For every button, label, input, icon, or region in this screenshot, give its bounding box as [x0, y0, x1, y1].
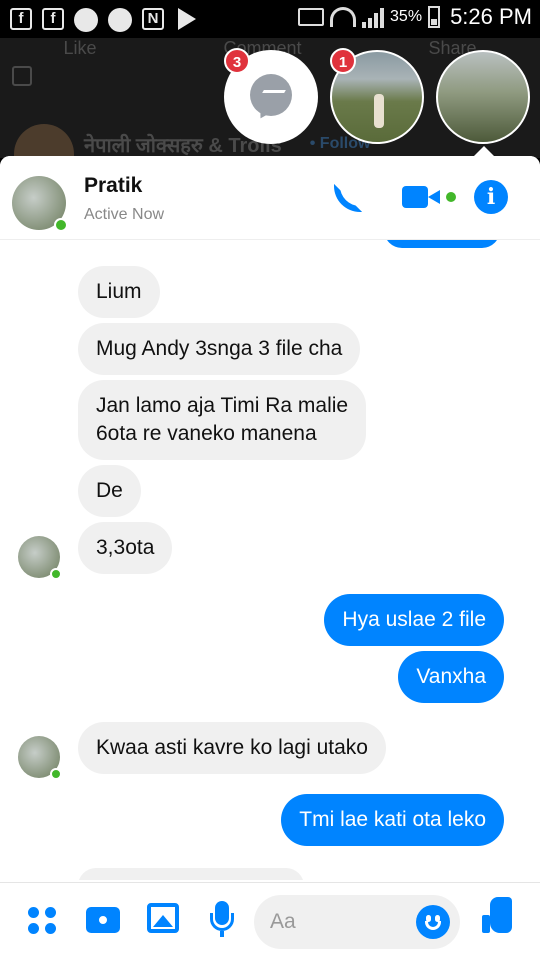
news-icon: N: [142, 8, 164, 30]
emoji-icon[interactable]: [416, 905, 450, 939]
online-indicator: [54, 218, 68, 232]
stories-icon: [12, 66, 32, 86]
video-icon-lens: [428, 190, 440, 204]
chathead-contact-2[interactable]: [436, 50, 530, 144]
message-input[interactable]: [270, 907, 410, 937]
contact-name[interactable]: Pratik: [84, 174, 142, 198]
online-dot-icon: [446, 192, 456, 202]
battery-icon: [428, 6, 441, 28]
message-bubble-incoming[interactable]: Mug Andy 3snga 3 file cha: [78, 323, 361, 375]
thumbs-up-icon[interactable]: [480, 897, 520, 937]
messenger-icon: [108, 8, 132, 32]
info-button[interactable]: i: [474, 180, 508, 216]
message-bubble-incoming[interactable]: 3,3ota: [78, 522, 173, 574]
message-bubble-incoming[interactable]: Kwaa asti kavre ko lagi utako: [78, 722, 386, 774]
avatar[interactable]: [12, 176, 68, 232]
notification-icons: f f N: [10, 8, 196, 32]
microphone-icon[interactable]: [202, 899, 242, 939]
composer-bar: [0, 882, 540, 960]
clock: 5:26 PM: [450, 4, 532, 29]
person-photo: [374, 94, 384, 128]
avatar[interactable]: [18, 736, 62, 780]
facebook-icon: f: [10, 8, 32, 30]
more-icon[interactable]: [24, 899, 64, 939]
video-icon: [402, 186, 428, 208]
chat-header: Pratik Active Now i: [0, 156, 540, 240]
voice-call-button[interactable]: [330, 180, 366, 216]
message-list[interactable]: Lium Mug Andy 3snga 3 file cha Jan lamo …: [0, 240, 540, 880]
message-bubble-outgoing[interactable]: Vanxha: [398, 651, 504, 703]
signal-icon: [362, 6, 385, 28]
message-bubble-incoming[interactable]: Lium: [78, 266, 160, 318]
chat-window: Pratik Active Now i Lium Mug Andy 3snga …: [0, 156, 540, 960]
camera-icon[interactable]: [84, 899, 124, 939]
message-line: 6ota re vaneko manena: [96, 422, 317, 445]
mute-icon: [298, 8, 325, 26]
video-call-button[interactable]: [402, 180, 458, 216]
active-chathead-pointer: [474, 146, 494, 156]
message-input-container[interactable]: [254, 895, 460, 949]
info-icon: i: [474, 180, 508, 214]
wifi-icon: [330, 7, 357, 27]
phone-icon: [334, 184, 362, 212]
status-bar: f f N 35% 5:26 PM: [0, 0, 540, 38]
gallery-icon[interactable]: [144, 899, 184, 939]
online-indicator: [50, 568, 62, 580]
unread-badge: 1: [330, 48, 356, 74]
message-bubble-incoming[interactable]: De: [78, 465, 141, 517]
battery-percent: 35%: [390, 8, 423, 25]
online-indicator: [50, 768, 62, 780]
play-store-icon: [178, 8, 196, 30]
previous-message-stub: [384, 240, 500, 248]
active-status: Active Now: [84, 206, 165, 223]
message-bubble-outgoing[interactable]: Tmi lae kati ota leko: [281, 794, 504, 846]
messenger-icon: [74, 8, 98, 32]
like-action: Like: [63, 38, 97, 58]
facebook-icon: f: [42, 8, 64, 30]
avatar[interactable]: [18, 536, 62, 580]
message-bubble-outgoing[interactable]: Hya uslae 2 file: [324, 594, 504, 646]
next-message-stub: [78, 868, 304, 880]
unread-badge: 3: [224, 48, 250, 74]
message-bubble-incoming[interactable]: Jan lamo aja Timi Ra malie 6ota re vanek…: [78, 380, 367, 460]
system-indicators: 35% 5:26 PM: [298, 4, 532, 30]
message-line: Jan lamo aja Timi Ra malie: [96, 394, 349, 417]
